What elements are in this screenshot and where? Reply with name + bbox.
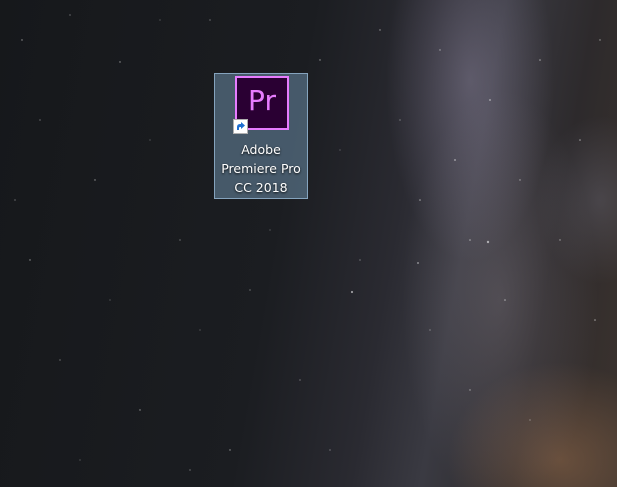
app-logo-text: Pr xyxy=(248,84,276,117)
shortcut-arrow-icon xyxy=(233,119,248,134)
desktop-shortcut-premiere-pro[interactable]: Pr Adobe Premiere Pro CC 2018 xyxy=(214,73,308,199)
wallpaper-stars xyxy=(14,14,601,471)
shortcut-label: Adobe Premiere Pro CC 2018 xyxy=(221,142,301,195)
desktop[interactable]: Pr Adobe Premiere Pro CC 2018 xyxy=(0,0,617,487)
